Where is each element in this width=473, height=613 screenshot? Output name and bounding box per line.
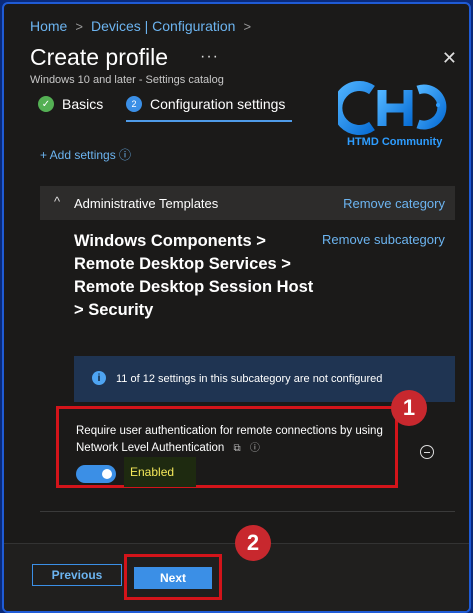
step-number-icon: 2: [126, 96, 142, 112]
copy-icon[interactable]: ⧉: [234, 440, 241, 457]
setting-label: Require user authentication for remote c…: [76, 423, 396, 457]
breadcrumb-separator: >: [243, 18, 252, 34]
remove-setting-icon[interactable]: [420, 445, 434, 459]
subcategory-title: Windows Components > Remote Desktop Serv…: [74, 232, 314, 319]
breadcrumb-devices-configuration[interactable]: Devices | Configuration: [91, 18, 235, 34]
create-profile-panel: Home > Devices | Configuration > Create …: [2, 2, 471, 613]
close-icon[interactable]: ✕: [442, 48, 457, 69]
htmd-logo-text: HTMD Community: [347, 136, 443, 148]
enabled-toggle[interactable]: [76, 465, 116, 483]
breadcrumb-separator: >: [75, 18, 83, 34]
previous-button[interactable]: Previous: [32, 564, 122, 586]
breadcrumb-home[interactable]: Home: [30, 18, 67, 34]
remove-category-link[interactable]: Remove category: [343, 196, 445, 211]
next-button-highlight: Next: [124, 554, 222, 600]
step-configuration-settings[interactable]: 2 Configuration settings: [126, 96, 285, 112]
footer-bar: Previous Next: [4, 543, 469, 611]
info-circle-icon[interactable]: ⓘ: [250, 440, 260, 457]
more-options-icon[interactable]: ···: [200, 48, 219, 66]
toggle-knob: [102, 469, 112, 479]
page-title: Create profile: [30, 44, 169, 70]
step-basics[interactable]: ✓ Basics: [38, 96, 103, 112]
toggle-state-label: Enabled: [124, 457, 196, 487]
annotation-badge-1: 1: [391, 390, 427, 426]
category-name: Administrative Templates: [74, 196, 219, 211]
category-header[interactable]: ^ Administrative Templates Remove catego…: [40, 186, 455, 220]
chevron-up-icon[interactable]: ^: [54, 194, 60, 209]
divider: [40, 511, 455, 512]
annotation-badge-2: 2: [235, 525, 271, 561]
step-configuration-label: Configuration settings: [150, 96, 286, 112]
setting-label-text: Require user authentication for remote c…: [76, 425, 383, 454]
info-icon: i: [92, 371, 106, 385]
info-message-text: 11 of 12 settings in this subcategory ar…: [116, 373, 383, 385]
step-basics-label: Basics: [62, 96, 104, 112]
setting-row-highlight: Require user authentication for remote c…: [56, 406, 398, 488]
checkmark-icon: ✓: [38, 96, 54, 112]
remove-subcategory-link[interactable]: Remove subcategory: [322, 232, 445, 247]
page-subtitle: Windows 10 and later - Settings catalog: [30, 74, 224, 86]
add-settings-link[interactable]: + Add settings ⓘ: [40, 146, 131, 163]
next-button[interactable]: Next: [134, 567, 212, 589]
active-step-indicator: [126, 120, 292, 122]
breadcrumb: Home > Devices | Configuration >: [30, 18, 251, 34]
